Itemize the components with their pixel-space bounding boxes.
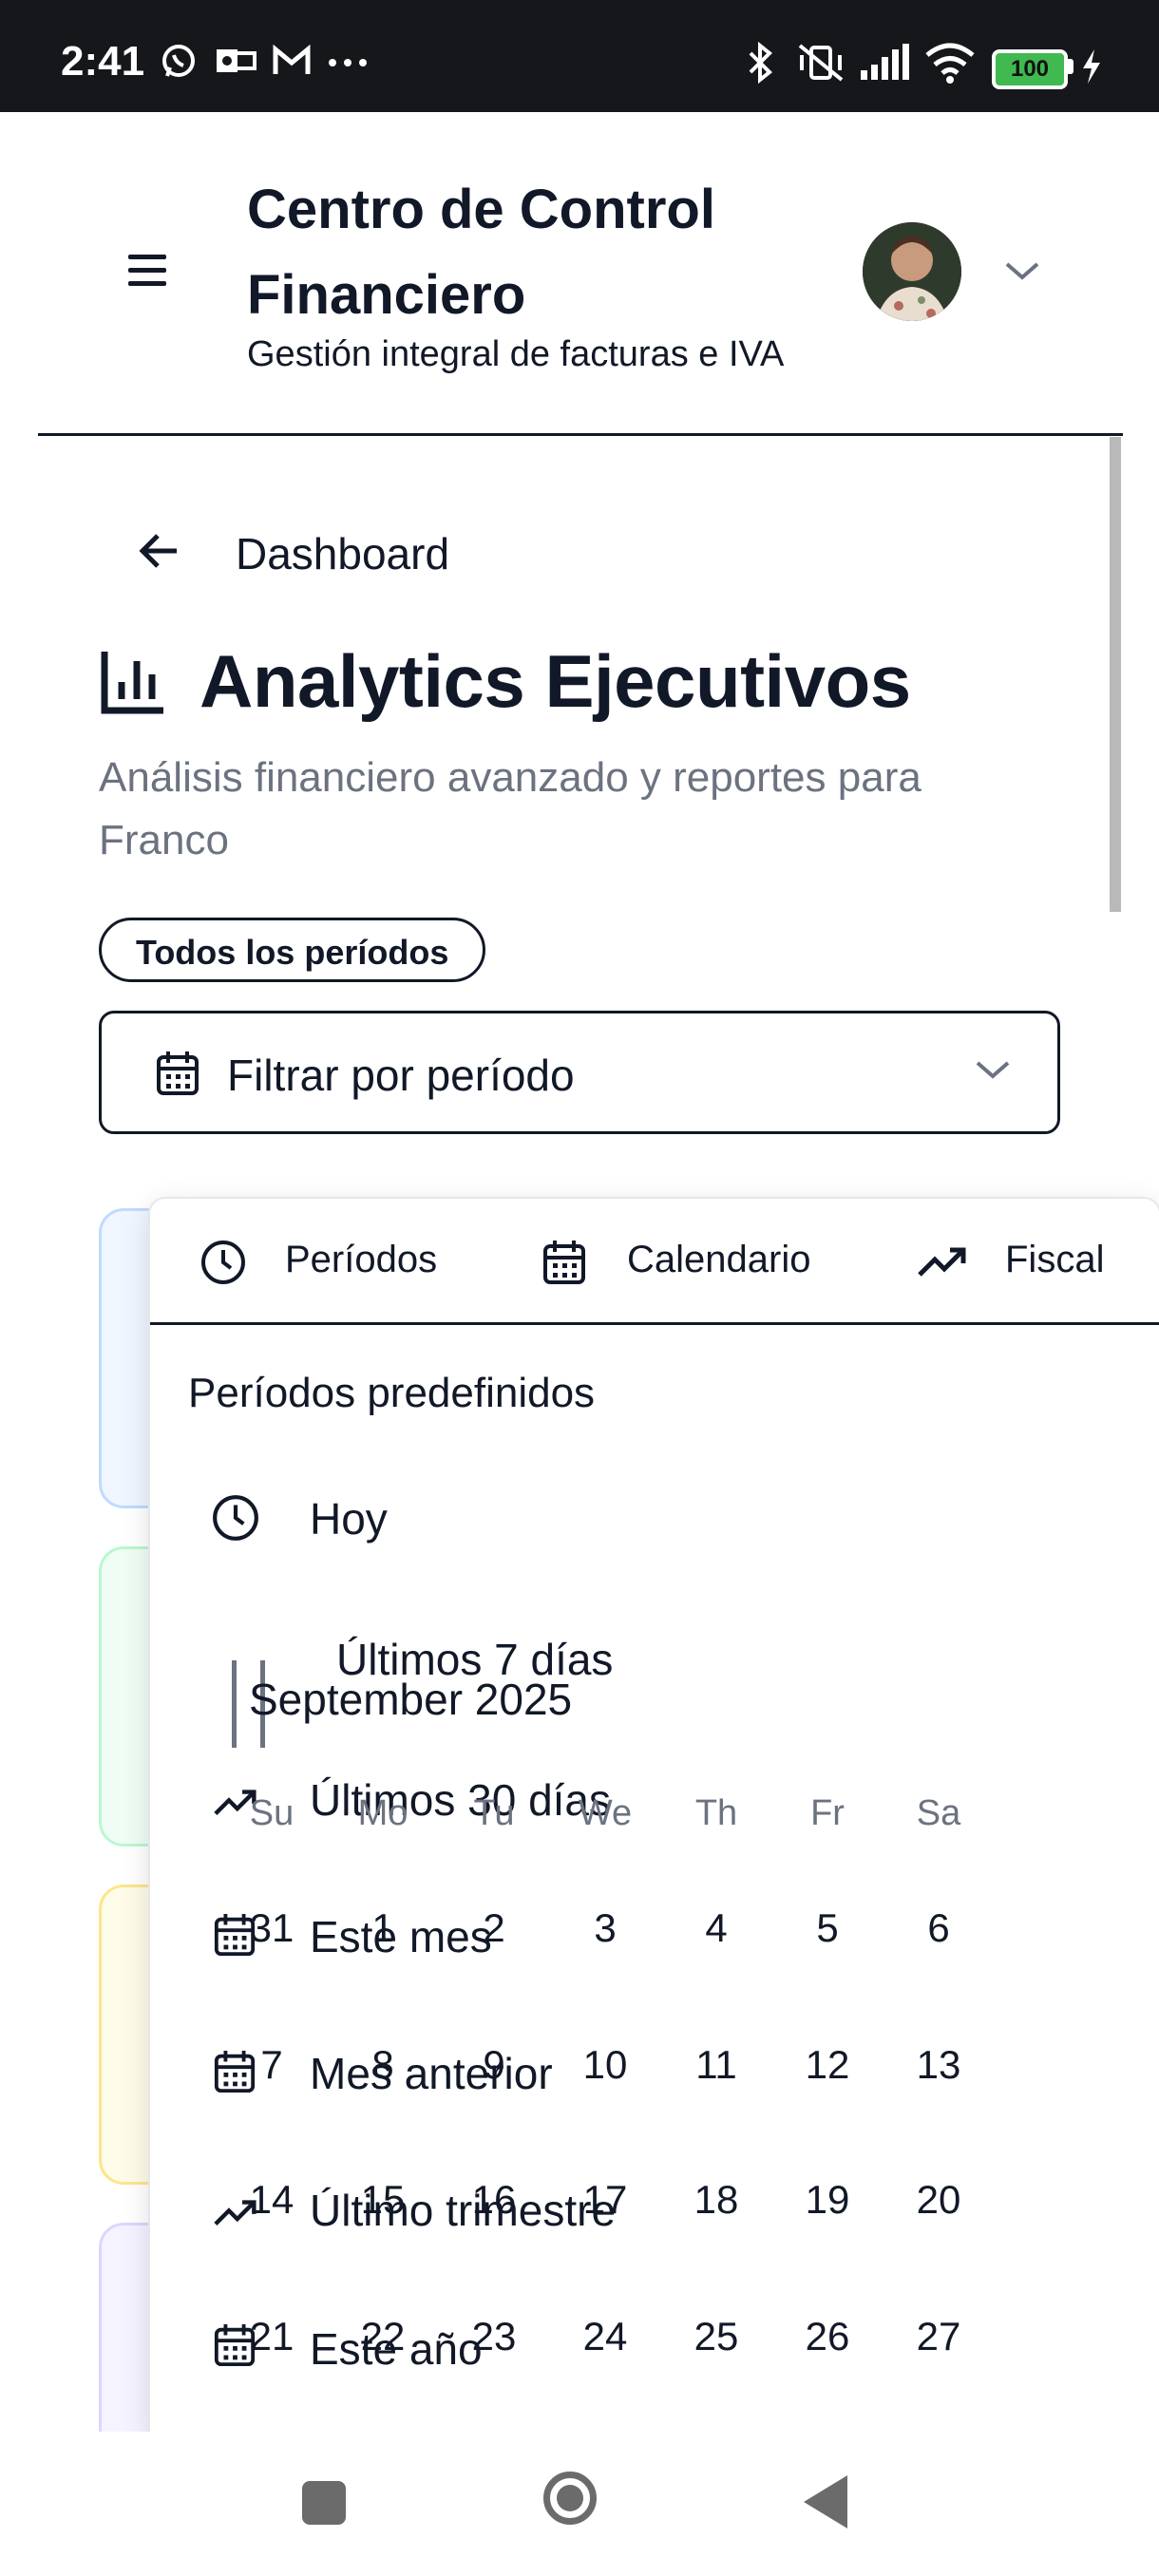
calendar-day[interactable]: 19 — [799, 2177, 856, 2223]
calendar-day[interactable]: 6 — [910, 1905, 967, 1951]
calendar-day[interactable]: 13 — [910, 2042, 967, 2088]
weekday-label: We — [578, 1793, 633, 1833]
tab-calendario[interactable]: Calendario — [627, 1239, 810, 1281]
home-button-dot — [557, 2485, 583, 2511]
page-description: Análisis financiero avanzado y reportes … — [99, 754, 922, 863]
weekday-label: Th — [694, 1793, 738, 1833]
back-link[interactable]: Dashboard — [236, 528, 449, 579]
whatsapp-icon — [160, 42, 198, 80]
calendar-day[interactable]: 20 — [910, 2177, 967, 2223]
gmail-icon — [272, 42, 312, 80]
calendar-day[interactable]: 11 — [688, 2042, 745, 2088]
period-dropdown: Períodos Calendario Fiscal Períodos pred… — [148, 1197, 1159, 2435]
calendar-day[interactable]: 4 — [688, 1905, 745, 1951]
calendar-prev-bar[interactable] — [232, 1660, 237, 1748]
period-filter-placeholder: Filtrar por período — [227, 1051, 575, 1100]
back-button[interactable] — [804, 2475, 847, 2529]
scrollbar[interactable] — [1110, 437, 1121, 912]
app-title-line1: Centro de Control — [247, 179, 715, 240]
clock-icon — [211, 1493, 260, 1547]
calendar-day[interactable]: 21 — [243, 2314, 300, 2359]
calendar-day[interactable]: 7 — [243, 2042, 300, 2088]
weekday-label: Mo — [357, 1793, 408, 1833]
calendar-day[interactable]: 8 — [354, 2042, 411, 2088]
wifi-icon — [923, 42, 977, 84]
recents-button[interactable] — [302, 2481, 346, 2525]
status-time: 2:41 — [61, 38, 145, 85]
calendar-day[interactable]: 2 — [466, 1905, 522, 1951]
app-title-line2: Financiero — [247, 264, 526, 326]
calendar-day[interactable]: 27 — [910, 2314, 967, 2359]
more-dots-icon — [327, 42, 369, 80]
tab-fiscal[interactable]: Fiscal — [1005, 1239, 1104, 1281]
calendar-month: September 2025 — [249, 1675, 573, 1724]
calendar-day[interactable]: 9 — [466, 2042, 522, 2088]
bar-chart-icon — [99, 648, 167, 721]
period-filter-select[interactable]: Filtrar por período — [99, 1011, 1060, 1134]
menu-icon[interactable] — [128, 255, 166, 294]
period-badge: Todos los períodos — [99, 918, 486, 982]
header-divider — [38, 433, 1123, 436]
calendar-day[interactable]: 26 — [799, 2314, 856, 2359]
back-arrow-icon[interactable] — [139, 530, 180, 577]
avatar[interactable] — [863, 222, 961, 321]
charging-icon — [1079, 47, 1104, 90]
calendar-day[interactable]: 17 — [577, 2177, 634, 2223]
calendar-icon — [155, 1050, 200, 1102]
calendar-day[interactable]: 23 — [466, 2314, 522, 2359]
signal-icon — [859, 42, 910, 80]
bluetooth-icon — [747, 41, 775, 85]
app-subtitle: Gestión integral de facturas e IVA — [247, 334, 785, 374]
chevron-down-icon — [974, 1055, 1012, 1089]
weekday-label: Sa — [916, 1793, 961, 1833]
calendar-day[interactable]: 12 — [799, 2042, 856, 2088]
weekday-label: Tu — [473, 1793, 515, 1833]
weekday-label: Su — [249, 1793, 294, 1833]
calendar-day[interactable]: 24 — [577, 2314, 634, 2359]
calendar-day[interactable]: 31 — [243, 1905, 300, 1951]
chevron-down-icon[interactable] — [1003, 256, 1041, 290]
tabs-divider — [150, 1322, 1159, 1325]
option-hoy[interactable]: Hoy — [310, 1493, 388, 1544]
calendar-day[interactable]: 22 — [354, 2314, 411, 2359]
page-title: Analytics Ejecutivos — [200, 639, 911, 723]
status-bar: 2:41 — [0, 0, 1159, 112]
calendar-day[interactable]: 25 — [688, 2314, 745, 2359]
calendar-day[interactable]: 16 — [466, 2177, 522, 2223]
vibrate-off-icon — [794, 42, 847, 82]
calendar-day[interactable]: 3 — [577, 1905, 634, 1951]
battery-tip — [1068, 59, 1074, 74]
calendar-day[interactable]: 10 — [577, 2042, 634, 2088]
calendar-day[interactable]: 5 — [799, 1905, 856, 1951]
clock-icon — [200, 1239, 247, 1291]
calendar-day[interactable]: 14 — [243, 2177, 300, 2223]
trending-up-icon — [916, 1239, 969, 1291]
battery-icon: 100 — [992, 49, 1068, 89]
calendar-day[interactable]: 18 — [688, 2177, 745, 2223]
section-title: Períodos predefinidos — [188, 1370, 596, 1416]
app-title: Centro de Control Financiero — [247, 167, 779, 338]
calendar-icon — [542, 1239, 587, 1291]
calendar-day[interactable]: 1 — [354, 1905, 411, 1951]
calendar-day[interactable]: 15 — [354, 2177, 411, 2223]
outlook-icon — [215, 42, 256, 80]
tab-periodos[interactable]: Períodos — [285, 1239, 437, 1281]
weekday-label: Fr — [810, 1793, 845, 1833]
